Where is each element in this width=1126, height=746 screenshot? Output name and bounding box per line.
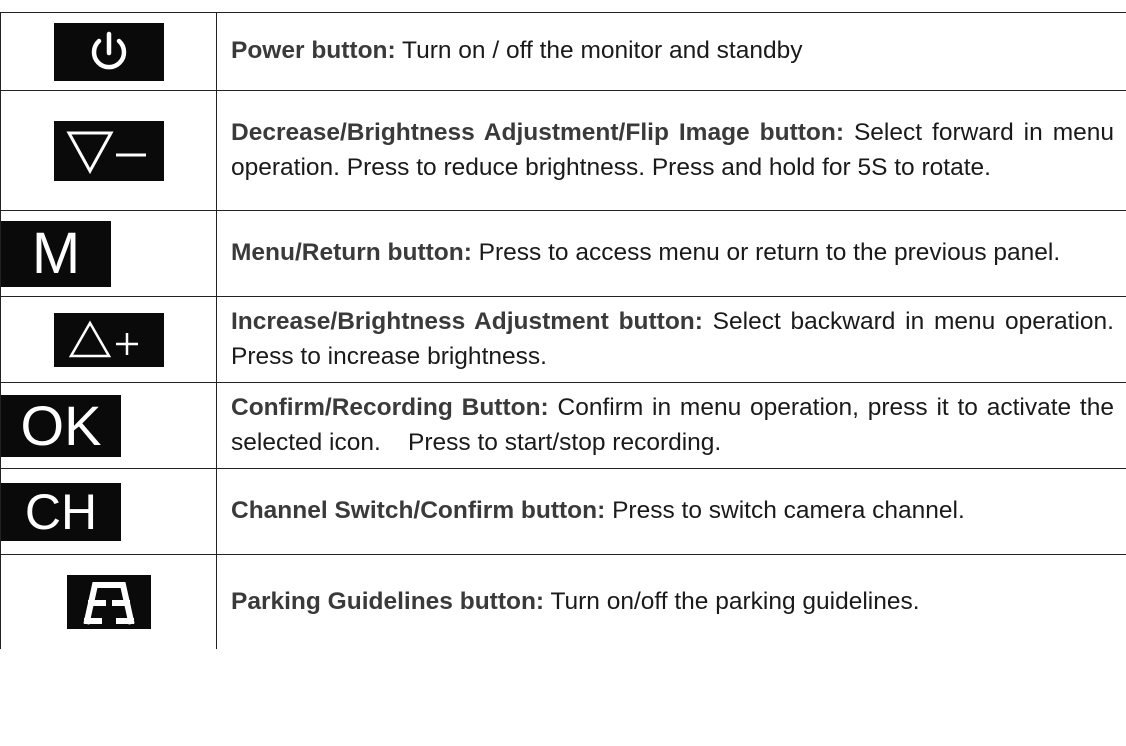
power-icon	[53, 22, 164, 81]
menu-icon: M	[1, 220, 111, 287]
button-label: Increase/Brightness Adjustment button:	[231, 308, 703, 335]
icon-cell	[0, 12, 217, 91]
button-label: Parking Guidelines button:	[231, 587, 545, 615]
parking-guidelines-icon	[66, 574, 151, 629]
description-cell: Power button: Turn on / off the monitor …	[216, 12, 1126, 91]
icon-cell	[0, 90, 217, 211]
increase-icon	[53, 312, 164, 367]
icon-cell: OK	[0, 382, 217, 469]
button-function-table: Power button: Turn on / off the monitor …	[0, 12, 1126, 649]
icon-cell	[0, 554, 217, 649]
icon-cell	[0, 296, 217, 383]
button-label: Channel Switch/Confirm button:	[231, 497, 606, 525]
button-label: Power button:	[231, 37, 396, 65]
table-row: Decrease/Brightness Adjustment/Flip Imag…	[0, 90, 1126, 211]
ok-icon: OK	[1, 394, 121, 457]
button-label: Decrease/Brightness Adjustment/Flip Imag…	[231, 119, 844, 146]
icon-cell: CH	[0, 468, 217, 555]
table-row: Increase/Brightness Adjustment button: S…	[0, 296, 1126, 383]
description-cell: Parking Guidelines button: Turn on/off t…	[216, 554, 1126, 649]
button-description: Press to access menu or return to the pr…	[471, 239, 1061, 267]
table-row: OK Confirm/Recording Button: Confirm in …	[0, 382, 1126, 469]
table-row: M Menu/Return button: Press to access me…	[0, 210, 1126, 297]
icon-cell: M	[0, 210, 217, 297]
channel-icon: CH	[1, 482, 121, 541]
button-description: Turn on/off the parking guidelines.	[544, 587, 920, 615]
button-description: Press to switch camera channel.	[605, 497, 965, 525]
button-label: Confirm/Recording Button:	[231, 394, 549, 421]
button-label: Menu/Return button:	[231, 239, 472, 267]
button-description: Turn on / off the monitor and standby	[395, 37, 803, 65]
description-cell: Confirm/Recording Button: Confirm in men…	[216, 382, 1126, 469]
description-cell: Decrease/Brightness Adjustment/Flip Imag…	[216, 90, 1126, 211]
description-cell: Menu/Return button: Press to access menu…	[216, 210, 1126, 297]
table-row: CH Channel Switch/Confirm button: Press …	[0, 468, 1126, 555]
table-row: Parking Guidelines button: Turn on/off t…	[0, 554, 1126, 649]
decrease-icon	[53, 120, 164, 181]
description-cell: Increase/Brightness Adjustment button: S…	[216, 296, 1126, 383]
description-cell: Channel Switch/Confirm button: Press to …	[216, 468, 1126, 555]
table-row: Power button: Turn on / off the monitor …	[0, 12, 1126, 91]
